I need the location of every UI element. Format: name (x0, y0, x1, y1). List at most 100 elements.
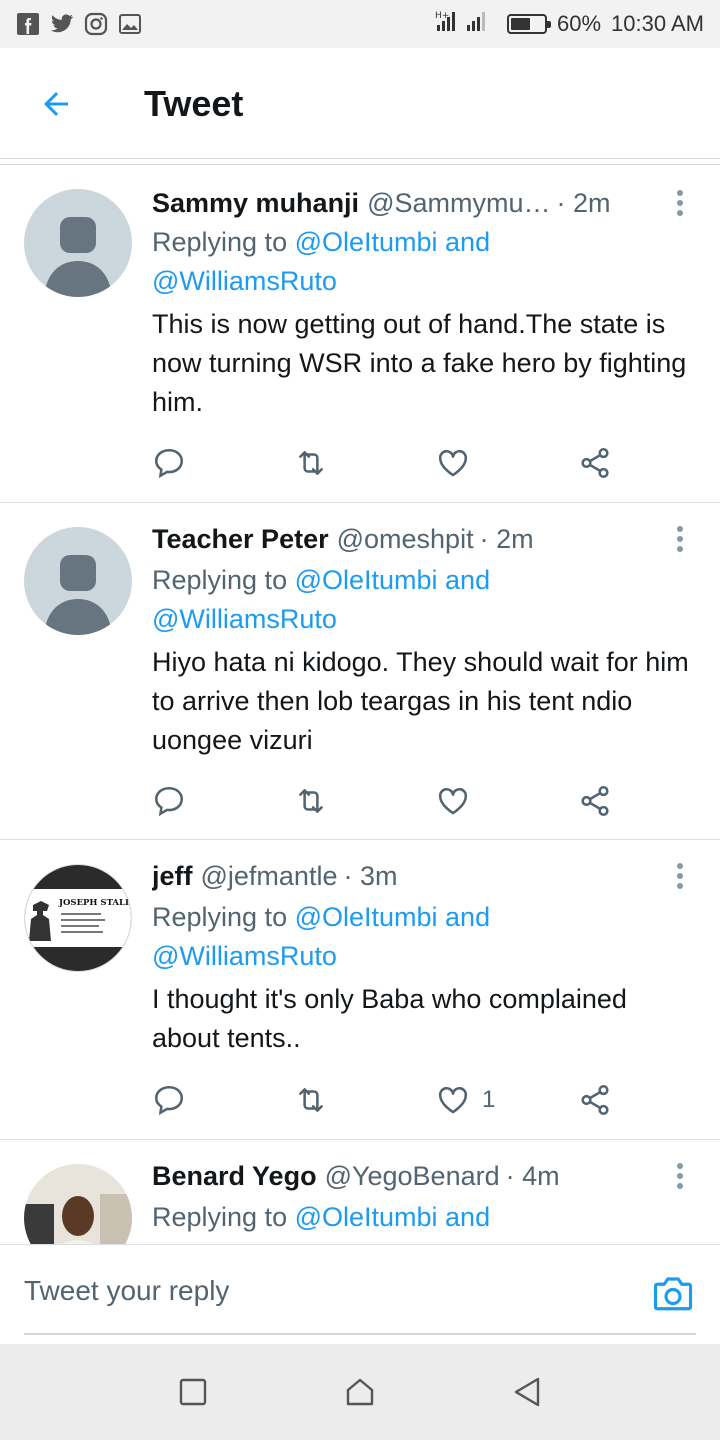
timestamp: · 4m (505, 1161, 560, 1191)
mention-link[interactable]: @OleItumbi and (295, 1202, 491, 1232)
retweet-button[interactable] (294, 1083, 436, 1117)
more-options-button[interactable] (660, 856, 700, 896)
camera-icon (653, 1277, 693, 1311)
instagram-icon (84, 12, 108, 36)
tweet[interactable]: JOSEPH STALIN jeff @jefmantle · 3m Reply… (0, 840, 720, 1140)
like-count: 1 (482, 1086, 496, 1113)
mention-link[interactable]: @OleItumbi and (295, 227, 491, 257)
signal-icon: H+ (435, 9, 497, 39)
more-vertical-icon (677, 863, 683, 889)
more-options-button[interactable] (660, 519, 700, 559)
system-nav-bar (0, 1344, 720, 1440)
more-options-button[interactable] (660, 183, 700, 223)
more-vertical-icon (677, 190, 683, 216)
like-button[interactable] (436, 784, 578, 818)
mention-link[interactable]: @WilliamsRuto (152, 604, 337, 634)
replying-prefix: Replying to (152, 227, 295, 257)
clock: 10:30 AM (611, 11, 704, 36)
tweet[interactable]: Benard Yego @YegoBenard · 4m Replying to… (0, 1140, 720, 1244)
stalin-quote-avatar-image: JOSEPH STALIN (25, 865, 132, 971)
default-avatar-icon (24, 527, 132, 635)
tweet-header: jeff @jefmantle · 3m (152, 858, 650, 894)
retweet-button[interactable] (294, 446, 436, 480)
author-handle[interactable]: @YegoBenard (325, 1158, 500, 1194)
tweet-header: Benard Yego @YegoBenard · 4m (152, 1158, 650, 1194)
arrow-left-icon (44, 92, 68, 116)
heart-icon (438, 788, 468, 815)
author-name[interactable]: jeff (152, 858, 193, 894)
recents-button[interactable] (169, 1368, 217, 1416)
battery-icon (507, 14, 551, 34)
avatar[interactable] (24, 189, 132, 297)
author-handle[interactable]: @jefmantle (201, 858, 338, 894)
share-button[interactable] (578, 784, 612, 818)
comment-icon (154, 786, 184, 817)
mention-link[interactable]: @WilliamsRuto (152, 941, 337, 971)
mention-link[interactable]: @OleItumbi and (295, 565, 491, 595)
replying-prefix: Replying to (152, 565, 295, 595)
tweet-text: I thought it's only Baba who complained … (152, 984, 627, 1053)
gallery-icon (118, 12, 142, 36)
author-name[interactable]: Benard Yego (152, 1158, 317, 1194)
retweet-button[interactable] (294, 784, 436, 818)
tweet-header: Teacher Peter @omeshpit · 2m (152, 521, 650, 557)
timestamp: · 2m (479, 524, 534, 554)
header-divider (0, 158, 720, 159)
reply-button[interactable] (152, 1083, 294, 1117)
reply-composer: Tweet your reply (0, 1244, 720, 1344)
author-name[interactable]: Sammy muhanji (152, 185, 359, 221)
back-button[interactable] (0, 48, 112, 160)
app-header: Tweet (0, 48, 720, 160)
avatar-caption: JOSEPH STALIN (58, 898, 132, 908)
battery-percent: 60% (557, 11, 602, 36)
notification-icons (16, 12, 142, 36)
timestamp: · 3m (343, 861, 398, 891)
heart-icon (438, 1087, 468, 1114)
profile-photo (24, 1164, 132, 1244)
reply-button[interactable] (152, 784, 294, 818)
more-vertical-icon (677, 526, 683, 552)
reply-button[interactable] (152, 446, 294, 480)
reply-underline (24, 1333, 696, 1335)
tweet[interactable]: Sammy muhanji @Sammymu… · 2m Replying to… (0, 165, 720, 503)
twitter-icon (50, 12, 74, 36)
share-icon (581, 447, 609, 479)
camera-button[interactable] (652, 1273, 694, 1318)
status-bar: H+ 60% 10:30 AM (0, 0, 720, 48)
like-button[interactable] (436, 446, 578, 480)
comment-icon (154, 448, 184, 479)
more-vertical-icon (677, 1163, 683, 1189)
avatar[interactable]: JOSEPH STALIN (24, 864, 132, 972)
avatar[interactable] (24, 527, 132, 635)
square-icon (180, 1378, 207, 1406)
replying-to: Replying to @OleItumbi and @WilliamsRuto (152, 898, 700, 976)
tweet-text: Hiyo hata ni kidogo. They should wait fo… (152, 647, 689, 755)
avatar[interactable] (24, 1164, 132, 1244)
home-button[interactable] (336, 1368, 384, 1416)
timestamp: · 2m (556, 188, 611, 218)
heart-icon (438, 450, 468, 477)
reply-input[interactable]: Tweet your reply (24, 1275, 229, 1307)
author-handle[interactable]: @Sammymu… (367, 185, 550, 221)
facebook-icon (16, 12, 40, 36)
author-name[interactable]: Teacher Peter (152, 521, 329, 557)
page-title: Tweet (144, 83, 244, 124)
tweet-text: This is now getting out of hand.The stat… (152, 309, 687, 417)
mention-link[interactable]: @OleItumbi and (295, 902, 491, 932)
author-handle[interactable]: @omeshpit (337, 521, 474, 557)
tweet[interactable]: Teacher Peter @omeshpit · 2m Replying to… (0, 503, 720, 840)
triangle-back-icon (514, 1377, 539, 1407)
like-button[interactable]: 1 (436, 1083, 578, 1117)
mention-link[interactable]: @WilliamsRuto (152, 266, 337, 296)
comment-icon (154, 1085, 184, 1116)
retweet-icon (299, 451, 323, 475)
more-options-button[interactable] (660, 1156, 700, 1196)
home-icon (346, 1378, 374, 1406)
retweet-icon (299, 789, 323, 813)
replying-prefix: Replying to (152, 1202, 295, 1232)
share-button[interactable] (578, 446, 612, 480)
replying-to: Replying to @OleItumbi and (152, 1198, 700, 1237)
share-button[interactable] (578, 1083, 612, 1117)
replying-to: Replying to @OleItumbi and @WilliamsRuto (152, 561, 700, 639)
back-nav-button[interactable] (503, 1368, 551, 1416)
